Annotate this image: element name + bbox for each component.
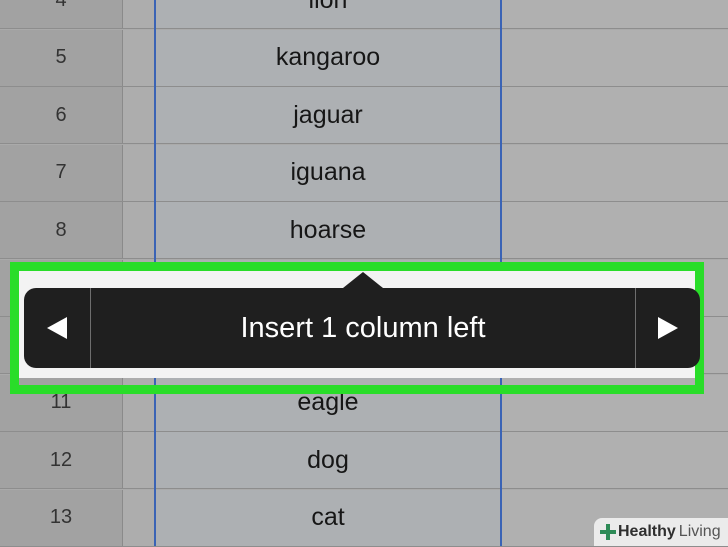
row-number[interactable]: 5 <box>0 29 123 86</box>
context-menu-pointer <box>343 272 383 288</box>
selected-column-cell[interactable]: kangaroo <box>155 29 501 86</box>
column-a-cell[interactable] <box>123 202 155 258</box>
insert-column-left-option[interactable]: Insert 1 column left <box>91 288 635 368</box>
row-number[interactable]: 8 <box>0 202 123 258</box>
row-number[interactable]: 12 <box>0 432 123 488</box>
column-a-cell[interactable] <box>123 0 155 28</box>
watermark: Healthy Living <box>594 518 728 546</box>
column-c-cell[interactable] <box>501 29 728 86</box>
column-c-cell[interactable] <box>501 0 728 28</box>
column-c-cell[interactable] <box>501 87 728 143</box>
row-number[interactable]: 7 <box>0 144 123 201</box>
row-number[interactable]: 4 <box>0 0 123 28</box>
column-a-cell[interactable] <box>123 432 155 488</box>
watermark-brand: Healthy <box>618 523 676 540</box>
column-a-cell[interactable] <box>123 87 155 143</box>
column-c-cell[interactable] <box>501 202 728 258</box>
selected-column-cell[interactable]: jaguar <box>155 87 501 143</box>
table-row: 4 lion <box>0 0 728 29</box>
selected-column-cell[interactable]: iguana <box>155 144 501 201</box>
column-c-cell[interactable] <box>501 432 728 488</box>
column-a-cell[interactable] <box>123 489 155 546</box>
triangle-right-icon <box>658 317 678 339</box>
table-row: 12 dog <box>0 432 728 489</box>
table-row: 8 hoarse <box>0 202 728 259</box>
menu-next-button[interactable] <box>636 288 700 368</box>
row-number[interactable]: 13 <box>0 489 123 546</box>
menu-previous-button[interactable] <box>24 288 90 368</box>
plus-cross-icon <box>600 524 616 540</box>
table-row: 7 iguana <box>0 144 728 202</box>
column-a-cell[interactable] <box>123 144 155 201</box>
watermark-brand-suffix: Living <box>678 523 721 540</box>
selected-column-cell[interactable]: hoarse <box>155 202 501 258</box>
selected-column-cell[interactable]: dog <box>155 432 501 488</box>
table-row: 5 kangaroo <box>0 29 728 87</box>
row-number[interactable]: 6 <box>0 87 123 143</box>
table-row: 6 jaguar <box>0 87 728 144</box>
context-menu: Insert 1 column left <box>24 288 700 368</box>
column-a-cell[interactable] <box>123 29 155 86</box>
triangle-left-icon <box>47 317 67 339</box>
selected-column-cell[interactable]: cat <box>155 489 501 546</box>
selected-column-cell[interactable]: lion <box>155 0 501 28</box>
column-c-cell[interactable] <box>501 144 728 201</box>
